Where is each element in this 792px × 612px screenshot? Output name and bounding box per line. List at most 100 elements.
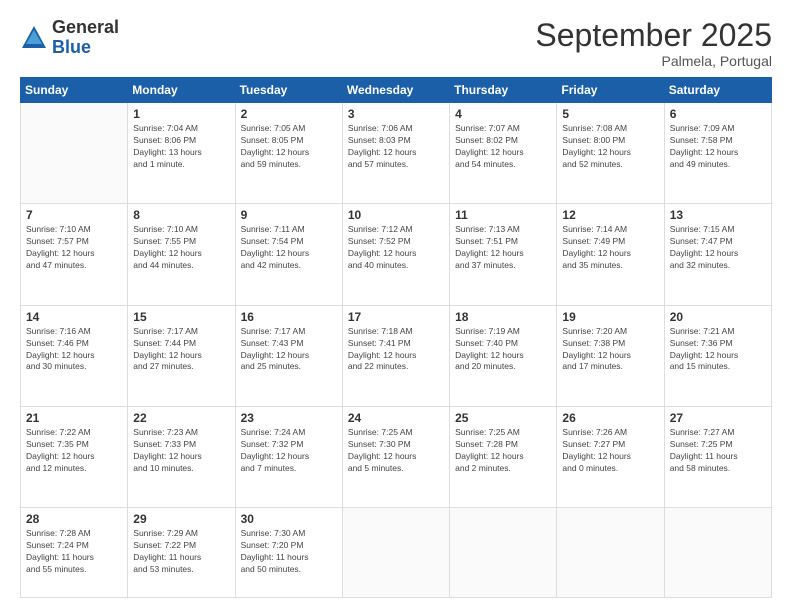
table-row: 21 Sunrise: 7:22 AM Sunset: 7:35 PM Dayli… [21,407,128,508]
day-number: 22 [133,411,229,425]
day-number: 30 [241,512,337,526]
day-number: 5 [562,107,658,121]
day-number: 18 [455,310,551,324]
day-number: 23 [241,411,337,425]
day-number: 13 [670,208,766,222]
table-row: 17Sunrise: 7:18 AM Sunset: 7:41 PM Dayli… [342,305,449,406]
col-sunday: Sunday [21,78,128,103]
day-info: Sunrise: 7:07 AM Sunset: 8:02 PM Dayligh… [455,123,551,171]
day-number: 4 [455,107,551,121]
table-row: 16 Sunrise: 7:17 AM Sunset: 7:43 PM Dayli… [235,305,342,406]
calendar-header-row: Sunday Monday Tuesday Wednesday Thursday… [21,78,772,103]
table-row: 15 Sunrise: 7:17 AM Sunset: 7:44 PM Dayli… [128,305,235,406]
day-info: Sunrise: 7:25 AM Sunset: 7:30 PM Dayligh… [348,427,444,475]
day-number: 25 [455,411,551,425]
table-row: 11 Sunrise: 7:13 AM Sunset: 7:51 PM Dayli… [450,204,557,305]
day-info: Sunrise: 7:10 AM Sunset: 7:57 PM Dayligh… [26,224,122,272]
day-number: 9 [241,208,337,222]
table-row: 8 Sunrise: 7:10 AM Sunset: 7:55 PM Daylig… [128,204,235,305]
table-row: 29 Sunrise: 7:29 AM Sunset: 7:22 PM Dayli… [128,508,235,598]
day-info: Sunrise: 7:17 AM Sunset: 7:43 PM Dayligh… [241,326,337,374]
table-row: 26 Sunrise: 7:26 AM Sunset: 7:27 PM Dayli… [557,407,664,508]
logo-blue: Blue [52,38,119,58]
day-number: 16 [241,310,337,324]
day-info: Sunrise: 7:16 AM Sunset: 7:46 PM Dayligh… [26,326,122,374]
table-row: 2Sunrise: 7:05 AM Sunset: 8:05 PM Daylig… [235,103,342,204]
page: General Blue September 2025 Palmela, Por… [0,0,792,612]
day-number: 29 [133,512,229,526]
col-thursday: Thursday [450,78,557,103]
day-info: Sunrise: 7:14 AM Sunset: 7:49 PM Dayligh… [562,224,658,272]
table-row: 13 Sunrise: 7:15 AM Sunset: 7:47 PM Dayli… [664,204,771,305]
day-info: Sunrise: 7:06 AM Sunset: 8:03 PM Dayligh… [348,123,444,171]
table-row: 12 Sunrise: 7:14 AM Sunset: 7:49 PM Dayli… [557,204,664,305]
day-number: 14 [26,310,122,324]
day-info: Sunrise: 7:23 AM Sunset: 7:33 PM Dayligh… [133,427,229,475]
day-info: Sunrise: 7:29 AM Sunset: 7:22 PM Dayligh… [133,528,229,576]
day-info: Sunrise: 7:12 AM Sunset: 7:52 PM Dayligh… [348,224,444,272]
table-row: 5 Sunrise: 7:08 AM Sunset: 8:00 PM Daylig… [557,103,664,204]
table-row [557,508,664,598]
table-row: 18 Sunrise: 7:19 AM Sunset: 7:40 PM Dayli… [450,305,557,406]
day-info: Sunrise: 7:19 AM Sunset: 7:40 PM Dayligh… [455,326,551,374]
day-info: Sunrise: 7:11 AM Sunset: 7:54 PM Dayligh… [241,224,337,272]
table-row: 23Sunrise: 7:24 AM Sunset: 7:32 PM Dayli… [235,407,342,508]
table-row: 22 Sunrise: 7:23 AM Sunset: 7:33 PM Dayli… [128,407,235,508]
day-info: Sunrise: 7:10 AM Sunset: 7:55 PM Dayligh… [133,224,229,272]
day-info: Sunrise: 7:09 AM Sunset: 7:58 PM Dayligh… [670,123,766,171]
logo-icon [20,24,48,52]
logo-general: General [52,18,119,38]
table-row [450,508,557,598]
col-tuesday: Tuesday [235,78,342,103]
col-friday: Friday [557,78,664,103]
day-number: 21 [26,411,122,425]
col-monday: Monday [128,78,235,103]
table-row: 6 Sunrise: 7:09 AM Sunset: 7:58 PM Daylig… [664,103,771,204]
day-number: 1 [133,107,229,121]
col-wednesday: Wednesday [342,78,449,103]
table-row: 7 Sunrise: 7:10 AM Sunset: 7:57 PM Daylig… [21,204,128,305]
day-info: Sunrise: 7:21 AM Sunset: 7:36 PM Dayligh… [670,326,766,374]
table-row: 28 Sunrise: 7:28 AM Sunset: 7:24 PM Dayli… [21,508,128,598]
location: Palmela, Portugal [535,53,772,69]
day-info: Sunrise: 7:17 AM Sunset: 7:44 PM Dayligh… [133,326,229,374]
day-number: 19 [562,310,658,324]
day-info: Sunrise: 7:05 AM Sunset: 8:05 PM Dayligh… [241,123,337,171]
day-info: Sunrise: 7:18 AM Sunset: 7:41 PM Dayligh… [348,326,444,374]
day-info: Sunrise: 7:15 AM Sunset: 7:47 PM Dayligh… [670,224,766,272]
table-row: 4 Sunrise: 7:07 AM Sunset: 8:02 PM Daylig… [450,103,557,204]
day-number: 8 [133,208,229,222]
table-row: 20 Sunrise: 7:21 AM Sunset: 7:36 PM Dayli… [664,305,771,406]
day-number: 28 [26,512,122,526]
table-row [21,103,128,204]
day-info: Sunrise: 7:08 AM Sunset: 8:00 PM Dayligh… [562,123,658,171]
day-info: Sunrise: 7:26 AM Sunset: 7:27 PM Dayligh… [562,427,658,475]
day-number: 26 [562,411,658,425]
day-info: Sunrise: 7:28 AM Sunset: 7:24 PM Dayligh… [26,528,122,576]
table-row: 27 Sunrise: 7:27 AM Sunset: 7:25 PM Dayli… [664,407,771,508]
table-row: 14 Sunrise: 7:16 AM Sunset: 7:46 PM Dayli… [21,305,128,406]
calendar-table: Sunday Monday Tuesday Wednesday Thursday… [20,77,772,598]
day-number: 15 [133,310,229,324]
logo: General Blue [20,18,119,58]
day-info: Sunrise: 7:22 AM Sunset: 7:35 PM Dayligh… [26,427,122,475]
table-row: 1 Sunrise: 7:04 AM Sunset: 8:06 PM Daylig… [128,103,235,204]
day-number: 24 [348,411,444,425]
title-block: September 2025 Palmela, Portugal [535,18,772,69]
day-info: Sunrise: 7:27 AM Sunset: 7:25 PM Dayligh… [670,427,766,475]
day-number: 11 [455,208,551,222]
day-number: 7 [26,208,122,222]
logo-text: General Blue [52,18,119,58]
day-number: 6 [670,107,766,121]
day-number: 20 [670,310,766,324]
day-info: Sunrise: 7:30 AM Sunset: 7:20 PM Dayligh… [241,528,337,576]
day-number: 12 [562,208,658,222]
day-info: Sunrise: 7:04 AM Sunset: 8:06 PM Dayligh… [133,123,229,171]
day-number: 27 [670,411,766,425]
day-info: Sunrise: 7:20 AM Sunset: 7:38 PM Dayligh… [562,326,658,374]
table-row: 24 Sunrise: 7:25 AM Sunset: 7:30 PM Dayli… [342,407,449,508]
day-info: Sunrise: 7:13 AM Sunset: 7:51 PM Dayligh… [455,224,551,272]
table-row [664,508,771,598]
table-row [342,508,449,598]
day-number: 3 [348,107,444,121]
